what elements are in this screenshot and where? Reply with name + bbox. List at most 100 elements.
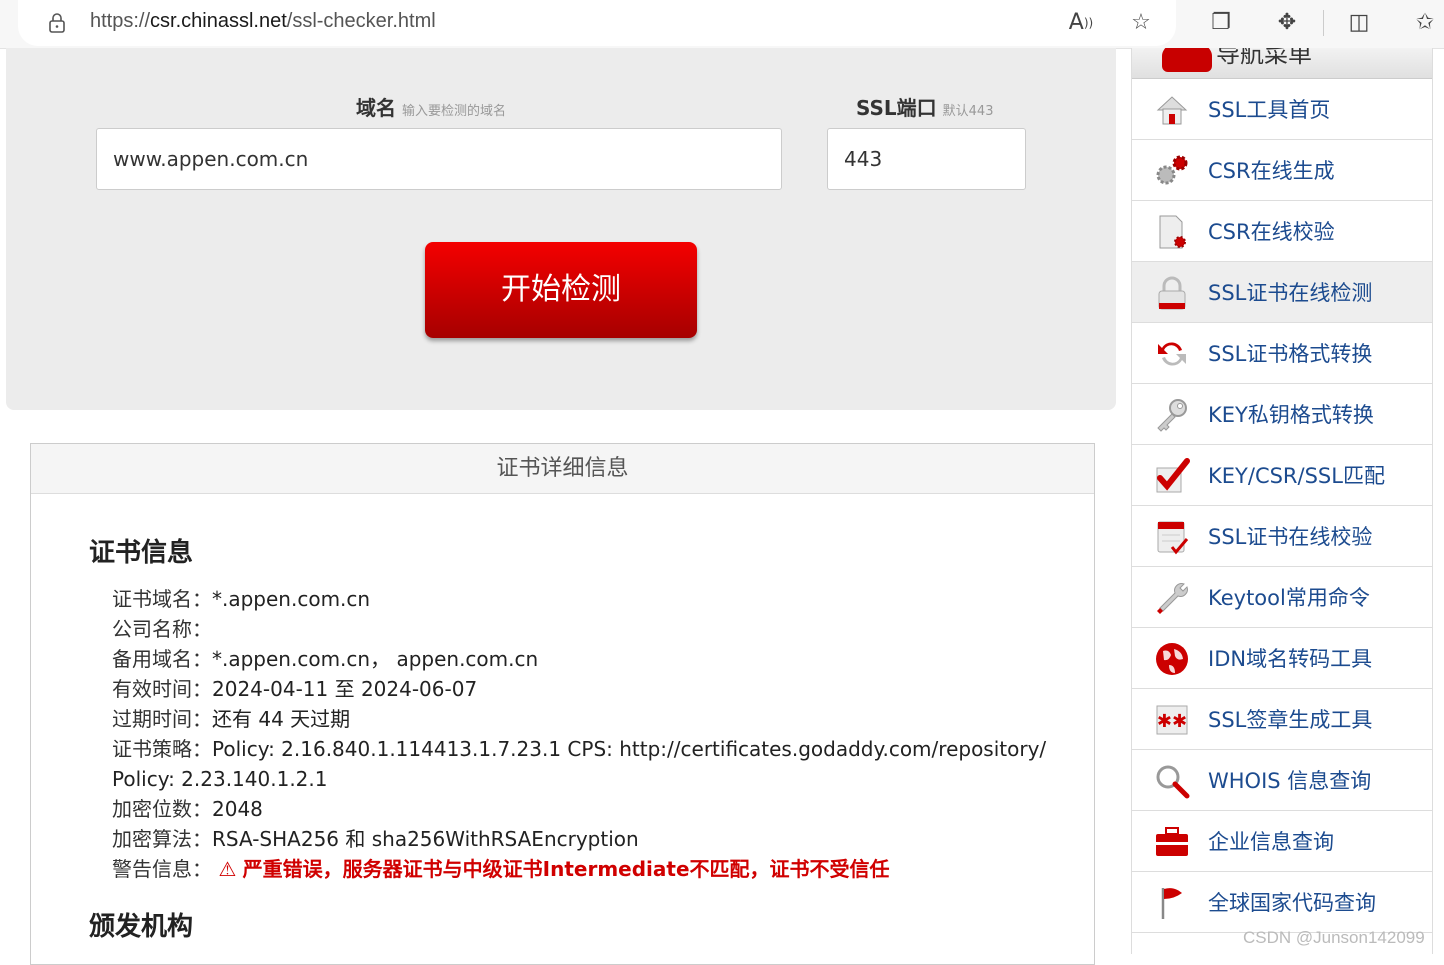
row-key: 加密位数： [112, 797, 212, 821]
calendar-check-icon [1157, 521, 1189, 555]
favorite-icon[interactable]: ☆ [1126, 8, 1156, 38]
row-value: Policy: 2.16.840.1.114413.1.7.23.1 CPS: … [212, 737, 1047, 761]
document-gear-icon [1159, 215, 1186, 249]
warning-icon: ⚠ [218, 857, 237, 881]
sidebar-item-ssl-home[interactable]: SSL工具首页 [1132, 79, 1432, 140]
sidebar-item-label: 全球国家代码查询 [1208, 891, 1376, 915]
row-key: 警告信息： [112, 857, 212, 881]
row-value: *.appen.com.cn， appen.com.cn [212, 647, 539, 671]
sidebar-item-csr-verify[interactable]: CSR在线校验 [1132, 201, 1432, 262]
browser-toolbar: https://csr.chinassl.net/ssl-checker.htm… [0, 0, 1444, 49]
sidebar-item-whois[interactable]: WHOIS 信息查询 [1132, 750, 1432, 811]
collections-icon[interactable]: ❐ [1206, 8, 1236, 38]
row-key: 加密算法： [112, 827, 212, 851]
url-path: /ssl-checker.html [286, 10, 436, 32]
sidebar-item-label: SSL证书在线检测 [1208, 281, 1373, 305]
row-key: 备用域名： [112, 647, 212, 671]
sidebar-item-label: CSR在线校验 [1208, 220, 1335, 244]
key-icon [1157, 399, 1187, 432]
domain-label: 域名 输入要检测的域名 [356, 92, 506, 121]
sidebar-item-label: IDN域名转码工具 [1208, 647, 1373, 671]
row-value: Policy: 2.23.140.1.2.1 [112, 767, 328, 791]
sidebar-item-key-csr-match[interactable]: KEY/CSR/SSL匹配 [1132, 445, 1432, 506]
tools-sidebar: 导航菜单 SSL工具首页 CSR在线生成 CSR在线校验 SSL证书在线检测 S… [1131, 48, 1433, 954]
row-value: *.appen.com.cn [212, 587, 371, 611]
sidebar-item-label: KEY/CSR/SSL匹配 [1208, 464, 1385, 488]
cert-row-policy-cont: Policy: 2.23.140.1.2.1 [112, 764, 1072, 794]
split-screen-icon[interactable]: ◫ [1344, 8, 1374, 38]
sidebar-item-label: WHOIS 信息查询 [1208, 769, 1372, 793]
row-key: 公司名称： [112, 617, 212, 641]
row-key: 证书策略： [112, 737, 212, 761]
row-value: RSA-SHA256 和 sha256WithRSAEncryption [212, 827, 639, 851]
url-text[interactable]: https://csr.chinassl.net/ssl-checker.htm… [90, 10, 436, 33]
checker-form: 域名 输入要检测的域名 www.appen.com.cn SSL端口 默认443 4… [6, 48, 1116, 410]
extensions-icon[interactable]: ✥ [1272, 8, 1302, 38]
wrench-icon [1157, 583, 1188, 614]
row-key: 过期时间： [112, 707, 212, 731]
briefcase-icon [1156, 827, 1188, 856]
sidebar-item-label: SSL证书格式转换 [1208, 342, 1373, 366]
domain-hint: 输入要检测的域名 [402, 104, 507, 119]
cert-info-rows: 证书域名：*.appen.com.cn 公司名称： 备用域名：*.appen.c… [112, 584, 1072, 884]
gears-icon [1156, 155, 1188, 185]
cert-row-expiry: 过期时间：还有 44 天过期 [112, 704, 1072, 734]
globe-icon [1156, 643, 1188, 675]
sidebar-item-idn[interactable]: IDN域名转码工具 [1132, 628, 1432, 689]
row-value: 2024-04-11 至 2024-06-07 [212, 677, 478, 701]
sidebar-item-label: CSR在线生成 [1208, 159, 1335, 183]
sidebar-title: 导航菜单 [1216, 48, 1312, 68]
domain-input[interactable]: www.appen.com.cn [96, 128, 782, 190]
row-key: 证书域名： [112, 587, 212, 611]
cert-info-title: 证书信息 [89, 538, 194, 568]
detail-header: 证书详细信息 [31, 444, 1094, 494]
sidebar-item-label: SSL证书在线校验 [1208, 525, 1373, 549]
cert-row-key-size: 加密位数：2048 [112, 794, 1072, 824]
cert-row-validity: 有效时间：2024-04-11 至 2024-06-07 [112, 674, 1072, 704]
sidebar-item-company[interactable]: 企业信息查询 [1132, 811, 1432, 872]
sidebar-item-keytool[interactable]: Keytool常用命令 [1132, 567, 1432, 628]
sidebar-item-key-convert[interactable]: KEY私钥格式转换 [1132, 384, 1432, 445]
start-check-button[interactable]: 开始检测 [425, 242, 697, 338]
toolbar-divider [1323, 10, 1324, 36]
url-domain: csr.chinassl.net [150, 10, 287, 32]
sidebar-item-label: 企业信息查询 [1208, 830, 1334, 854]
cert-row-algorithm: 加密算法：RSA-SHA256 和 sha256WithRSAEncryptio… [112, 824, 1072, 854]
convert-arrows-icon [1158, 342, 1186, 366]
sidebar-item-label: Keytool常用命令 [1208, 586, 1370, 610]
home-icon [1156, 96, 1188, 125]
warning-text: 严重错误，服务器证书与中级证书Intermediate不匹配，证书不受信任 [242, 857, 890, 881]
sidebar-item-label: KEY私钥格式转换 [1208, 403, 1374, 427]
port-label-text: SSL端口 [856, 96, 937, 120]
menu-logo-icon [1162, 48, 1212, 72]
sidebar-item-csr-generate[interactable]: CSR在线生成 [1132, 140, 1432, 201]
svg-text:✱✱: ✱✱ [1157, 711, 1187, 732]
port-input[interactable]: 443 [827, 128, 1026, 190]
checkmark-icon [1156, 458, 1190, 493]
url-scheme: https:// [90, 10, 151, 32]
cert-row-company: 公司名称： [112, 614, 1072, 644]
padlock-icon [1158, 276, 1186, 310]
favorites-bar-icon[interactable]: ✩ [1410, 8, 1440, 38]
cert-row-warning: 警告信息： ⚠ 严重错误，服务器证书与中级证书Intermediate不匹配，证… [112, 854, 1072, 884]
certificate-detail-panel: 证书详细信息 证书信息 证书域名：*.appen.com.cn 公司名称： 备用… [30, 443, 1095, 965]
sidebar-item-country-code[interactable]: 全球国家代码查询 [1132, 872, 1432, 933]
sidebar-item-label: SSL签章生成工具 [1208, 708, 1373, 732]
issuer-title: 颁发机构 [89, 912, 194, 942]
sidebar-item-label: SSL工具首页 [1208, 98, 1331, 122]
magnifier-icon [1156, 765, 1190, 799]
row-key: 有效时间： [112, 677, 212, 701]
address-bar[interactable]: https://csr.chinassl.net/ssl-checker.htm… [18, 0, 1176, 46]
sidebar-item-seal[interactable]: ✱✱ SSL签章生成工具 [1132, 689, 1432, 750]
lock-icon[interactable] [46, 12, 68, 34]
row-value: 还有 44 天过期 [212, 707, 351, 731]
cert-row-alt-names: 备用域名：*.appen.com.cn， appen.com.cn [112, 644, 1072, 674]
sidebar-item-ssl-convert[interactable]: SSL证书格式转换 [1132, 323, 1432, 384]
sidebar-item-ssl-check[interactable]: SSL证书在线检测 [1132, 262, 1432, 323]
cert-row-policy: 证书策略：Policy: 2.16.840.1.114413.1.7.23.1 … [112, 734, 1072, 764]
sidebar-item-ssl-verify[interactable]: SSL证书在线校验 [1132, 506, 1432, 567]
sidebar-header: 导航菜单 [1132, 48, 1432, 79]
read-aloud-icon[interactable]: A)) [1066, 8, 1096, 38]
domain-label-text: 域名 [356, 96, 396, 120]
seal-icon: ✱✱ [1156, 705, 1188, 735]
